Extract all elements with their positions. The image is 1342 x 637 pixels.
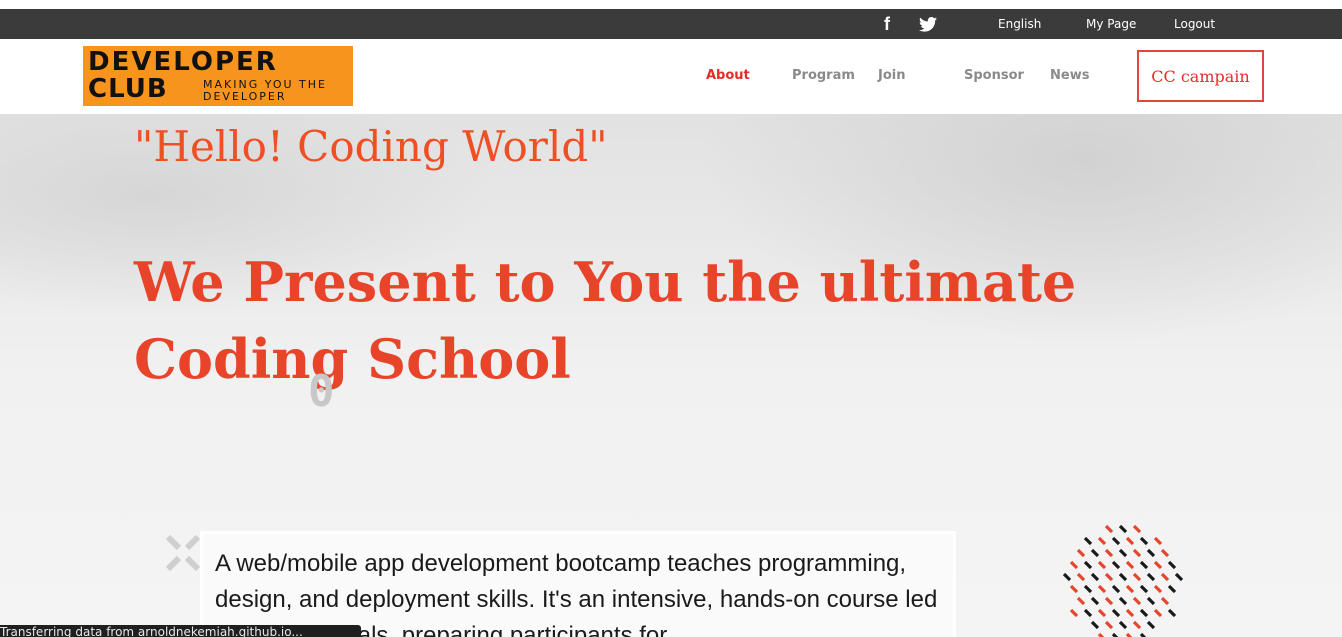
pattern-dash — [1139, 536, 1149, 546]
browser-status-bar: Transferring data from arnoldnekemiah.gi… — [0, 625, 361, 637]
pattern-dash — [1069, 560, 1079, 570]
nav-about[interactable]: About — [706, 68, 750, 83]
site-logo[interactable]: DEVELOPER CLUB MAKING YOU THE DEVELOPER — [83, 46, 353, 106]
pattern-dash — [1132, 596, 1142, 606]
pattern-dash — [1104, 596, 1114, 606]
dot-pattern-decoration-icon — [1063, 524, 1183, 637]
logo-tagline: MAKING YOU THE DEVELOPER — [203, 78, 327, 103]
pattern-dash — [1090, 548, 1100, 558]
pattern-dash — [1153, 536, 1163, 546]
pattern-dash — [1118, 548, 1128, 558]
language-link[interactable]: English — [998, 17, 1041, 31]
pattern-dash — [1167, 608, 1177, 618]
logo-line-1: DEVELOPER — [88, 47, 278, 77]
pattern-dash — [1118, 620, 1128, 630]
pattern-dash — [1146, 596, 1156, 606]
pattern-dash — [1083, 584, 1093, 594]
twitter-icon[interactable] — [918, 14, 938, 34]
pattern-dash — [1083, 560, 1093, 570]
my-page-link[interactable]: My Page — [1086, 17, 1136, 31]
pattern-dash — [1153, 608, 1163, 618]
pattern-dash — [1160, 548, 1170, 558]
pattern-dash — [1104, 620, 1114, 630]
pattern-dash — [1097, 536, 1107, 546]
cc-campaign-button[interactable]: CC campain — [1137, 50, 1264, 102]
pattern-dash — [1174, 572, 1183, 582]
pattern-dash — [1153, 584, 1163, 594]
pattern-dash — [1118, 524, 1128, 534]
hero-headline: We Present to You the ultimate Coding Sc… — [134, 250, 1077, 391]
site-header: DEVELOPER CLUB MAKING YOU THE DEVELOPER … — [0, 39, 1342, 114]
pattern-dash — [1083, 608, 1093, 618]
pattern-dash — [1118, 596, 1128, 606]
pattern-dash — [1153, 560, 1163, 570]
pattern-dash — [1069, 584, 1079, 594]
pattern-dash — [1083, 536, 1093, 546]
pattern-dash — [1132, 572, 1142, 582]
pattern-dash — [1167, 560, 1177, 570]
pattern-dash — [1090, 596, 1100, 606]
pattern-dash — [1139, 584, 1149, 594]
pattern-dash — [1076, 548, 1086, 558]
pattern-dash — [1097, 584, 1107, 594]
description-text: A web/mobile app development bootcamp te… — [215, 550, 938, 637]
nav-news[interactable]: News — [1050, 68, 1089, 83]
logout-link[interactable]: Logout — [1174, 17, 1215, 31]
pattern-dash — [1063, 572, 1072, 582]
pattern-dash — [1090, 620, 1100, 630]
pattern-dash — [1167, 584, 1177, 594]
pattern-dash — [1076, 572, 1086, 582]
nav-program[interactable]: Program — [792, 68, 855, 83]
pattern-dash — [1125, 560, 1135, 570]
pattern-dash — [1139, 608, 1149, 618]
pattern-dash — [1069, 608, 1079, 618]
pattern-dash — [1146, 548, 1156, 558]
pattern-dash — [1076, 596, 1086, 606]
pattern-dash — [1090, 572, 1100, 582]
pattern-dash — [1125, 608, 1135, 618]
pattern-dash — [1146, 572, 1156, 582]
pattern-dash — [1125, 584, 1135, 594]
pattern-dash — [1132, 524, 1142, 534]
pattern-dash — [1118, 572, 1128, 582]
pattern-dash — [1132, 620, 1142, 630]
hero-section: "Hello! Coding World" We Present to You … — [0, 114, 1342, 637]
pattern-dash — [1125, 536, 1135, 546]
pattern-dash — [1111, 560, 1121, 570]
pattern-dash — [1111, 536, 1121, 546]
pattern-dash — [1111, 608, 1121, 618]
pattern-dash — [1132, 548, 1142, 558]
pattern-dash — [1104, 524, 1114, 534]
pattern-dash — [1146, 620, 1156, 630]
close-x-decoration-icon — [165, 534, 201, 572]
nav-join[interactable]: Join — [878, 68, 905, 83]
pattern-dash — [1111, 584, 1121, 594]
pattern-dash — [1160, 572, 1170, 582]
logo-line-2: CLUB — [88, 74, 168, 104]
utility-bar: f English My Page Logout — [0, 9, 1342, 39]
hero-greeting: "Hello! Coding World" — [134, 122, 608, 171]
pattern-dash — [1097, 608, 1107, 618]
nav-sponsor[interactable]: Sponsor — [964, 68, 1024, 83]
pattern-dash — [1097, 560, 1107, 570]
pattern-dash — [1160, 596, 1170, 606]
description-card: A web/mobile app development bootcamp te… — [200, 531, 956, 637]
decorative-digit: 0 — [308, 366, 335, 417]
pattern-dash — [1104, 548, 1114, 558]
pattern-dash — [1104, 572, 1114, 582]
pattern-dash — [1139, 560, 1149, 570]
top-strip — [0, 0, 1342, 9]
facebook-icon[interactable]: f — [879, 14, 895, 34]
